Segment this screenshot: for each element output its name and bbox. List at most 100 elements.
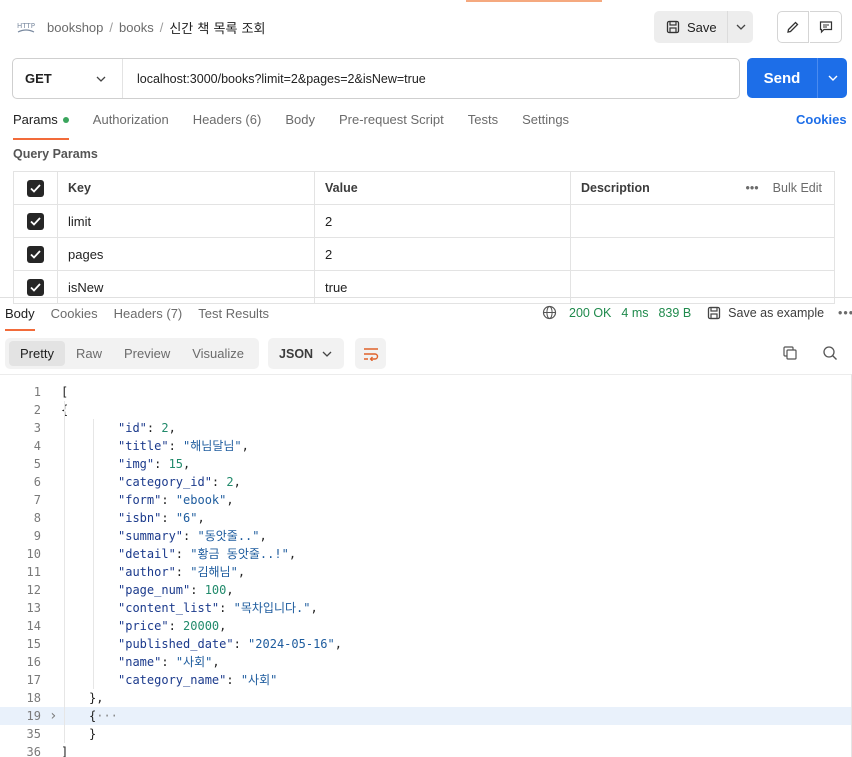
save-as-example-button[interactable]: Save as example <box>707 306 824 320</box>
code-line: 5 "img": 15, <box>0 455 852 473</box>
tab-tests[interactable]: Tests <box>468 112 498 136</box>
check-icon <box>30 282 41 292</box>
comments-button[interactable] <box>810 11 842 43</box>
check-icon <box>30 249 41 259</box>
line-number: 16 <box>26 655 41 669</box>
line-number: 4 <box>33 439 41 453</box>
chevron-down-icon <box>828 75 837 81</box>
send-button[interactable]: Send <box>747 58 817 98</box>
response-size[interactable]: 839 B <box>658 306 691 320</box>
code-line: 15 "published_date": "2024-05-16", <box>0 635 852 653</box>
tab-body[interactable]: Body <box>285 112 315 136</box>
view-raw[interactable]: Raw <box>65 341 113 366</box>
cookies-link[interactable]: Cookies <box>796 112 847 127</box>
view-pretty[interactable]: Pretty <box>9 341 65 366</box>
tab-settings[interactable]: Settings <box>522 112 569 136</box>
tab-response-cookies[interactable]: Cookies <box>51 306 98 321</box>
tab-pre-request-script[interactable]: Pre-request Script <box>339 112 444 136</box>
save-icon <box>666 20 680 34</box>
line-number: 10 <box>26 547 41 561</box>
send-options-button[interactable] <box>817 58 847 98</box>
breadcrumb: bookshop / books / 신간 책 목록 조회 <box>47 18 265 37</box>
line-number: 19 <box>26 709 41 723</box>
request-title[interactable]: 신간 책 목록 조회 <box>169 18 265 37</box>
code-text: "img": 15, <box>118 457 191 471</box>
select-all-checkbox[interactable] <box>27 179 44 197</box>
request-tabs: Params Authorization Headers (6) Body Pr… <box>13 112 593 140</box>
response-tabs: Body Cookies Headers (7) Test Results <box>5 306 285 331</box>
code-text: "name": "사회", <box>118 655 220 669</box>
check-icon <box>30 183 41 193</box>
breadcrumb-separator: / <box>109 20 114 35</box>
param-value-input[interactable]: 2 <box>314 238 570 270</box>
save-options-button[interactable] <box>727 11 753 43</box>
edit-button[interactable] <box>777 11 809 43</box>
code-text: [ <box>61 385 69 399</box>
response-time[interactable]: 4 ms <box>621 306 648 320</box>
code-text: "category_id": 2, <box>118 475 241 489</box>
code-text: {··· <box>89 709 118 723</box>
breadcrumb-folder[interactable]: books <box>119 20 154 35</box>
more-options-icon[interactable]: ••• <box>838 306 852 320</box>
code-text: "category_name": "사회" <box>118 673 278 687</box>
param-checkbox[interactable] <box>27 278 44 296</box>
line-number: 36 <box>26 745 41 757</box>
line-number: 5 <box>33 457 41 471</box>
param-description-input[interactable] <box>570 271 835 303</box>
view-visualize[interactable]: Visualize <box>181 341 255 366</box>
search-icon[interactable] <box>822 345 838 361</box>
tab-headers[interactable]: Headers (6) <box>193 112 262 136</box>
line-number: 35 <box>26 727 41 741</box>
breadcrumb-separator: / <box>159 20 164 35</box>
code-line: 10 "detail": "황금 동앗줄..!", <box>0 545 852 563</box>
line-number: 17 <box>26 673 41 687</box>
tab-response-body[interactable]: Body <box>5 306 35 331</box>
line-number: 13 <box>26 601 41 615</box>
comment-icon <box>819 21 832 34</box>
breadcrumb-collection[interactable]: bookshop <box>47 20 103 35</box>
param-key-input[interactable]: pages <box>57 238 314 270</box>
code-text: "price": 20000, <box>118 619 227 633</box>
tab-authorization[interactable]: Authorization <box>93 112 169 136</box>
code-text: "summary": "동앗줄..", <box>118 529 267 543</box>
param-key-input[interactable]: limit <box>57 205 314 237</box>
view-preview[interactable]: Preview <box>113 341 181 366</box>
wrap-lines-button[interactable] <box>355 338 387 369</box>
status-code[interactable]: 200 OK <box>569 306 611 320</box>
code-text: "form": "ebook", <box>118 493 234 507</box>
tab-params[interactable]: Params <box>13 112 69 140</box>
resizable-divider[interactable] <box>0 297 852 298</box>
param-key-input[interactable]: isNew <box>57 271 314 303</box>
param-description-input[interactable] <box>570 205 835 237</box>
chevron-right-icon[interactable]: › <box>49 707 57 725</box>
line-number: 14 <box>26 619 41 633</box>
code-line: 1[ <box>0 383 852 401</box>
copy-icon[interactable] <box>782 345 798 361</box>
param-value-input[interactable]: 2 <box>314 205 570 237</box>
code-line: 12 "page_num": 100, <box>0 581 852 599</box>
response-body-code[interactable]: 1[2{3"id": 2,4"title": "해님달님",5"img": 15… <box>0 374 852 757</box>
globe-icon[interactable] <box>542 305 557 320</box>
bulk-edit-button[interactable]: Bulk Edit <box>773 181 822 195</box>
pencil-icon <box>787 21 799 33</box>
params-active-dot <box>62 117 69 123</box>
code-line: 3 "id": 2, <box>0 419 852 437</box>
indent-guide <box>93 419 94 689</box>
chevron-down-icon <box>736 24 745 30</box>
save-button[interactable]: Save <box>654 11 727 43</box>
more-options-icon[interactable]: ••• <box>746 181 759 195</box>
param-checkbox[interactable] <box>27 212 44 230</box>
tab-response-headers[interactable]: Headers (7) <box>114 306 183 321</box>
method-select[interactable]: GET <box>13 59 123 98</box>
code-line: 11 "author": "김해님", <box>0 563 852 581</box>
param-value-input[interactable]: true <box>314 271 570 303</box>
url-input[interactable]: localhost:3000/books?limit=2&pages=2&isN… <box>123 59 739 98</box>
code-text: "content_list": "목차입니다.", <box>118 601 318 615</box>
tab-test-results[interactable]: Test Results <box>198 306 269 321</box>
param-description-input[interactable] <box>570 238 835 270</box>
code-line: 19 › {··· <box>0 707 852 725</box>
format-select[interactable]: JSON <box>268 338 345 369</box>
query-params-title: Query Params <box>13 147 98 161</box>
param-checkbox[interactable] <box>27 245 44 263</box>
line-number: 3 <box>33 421 41 435</box>
